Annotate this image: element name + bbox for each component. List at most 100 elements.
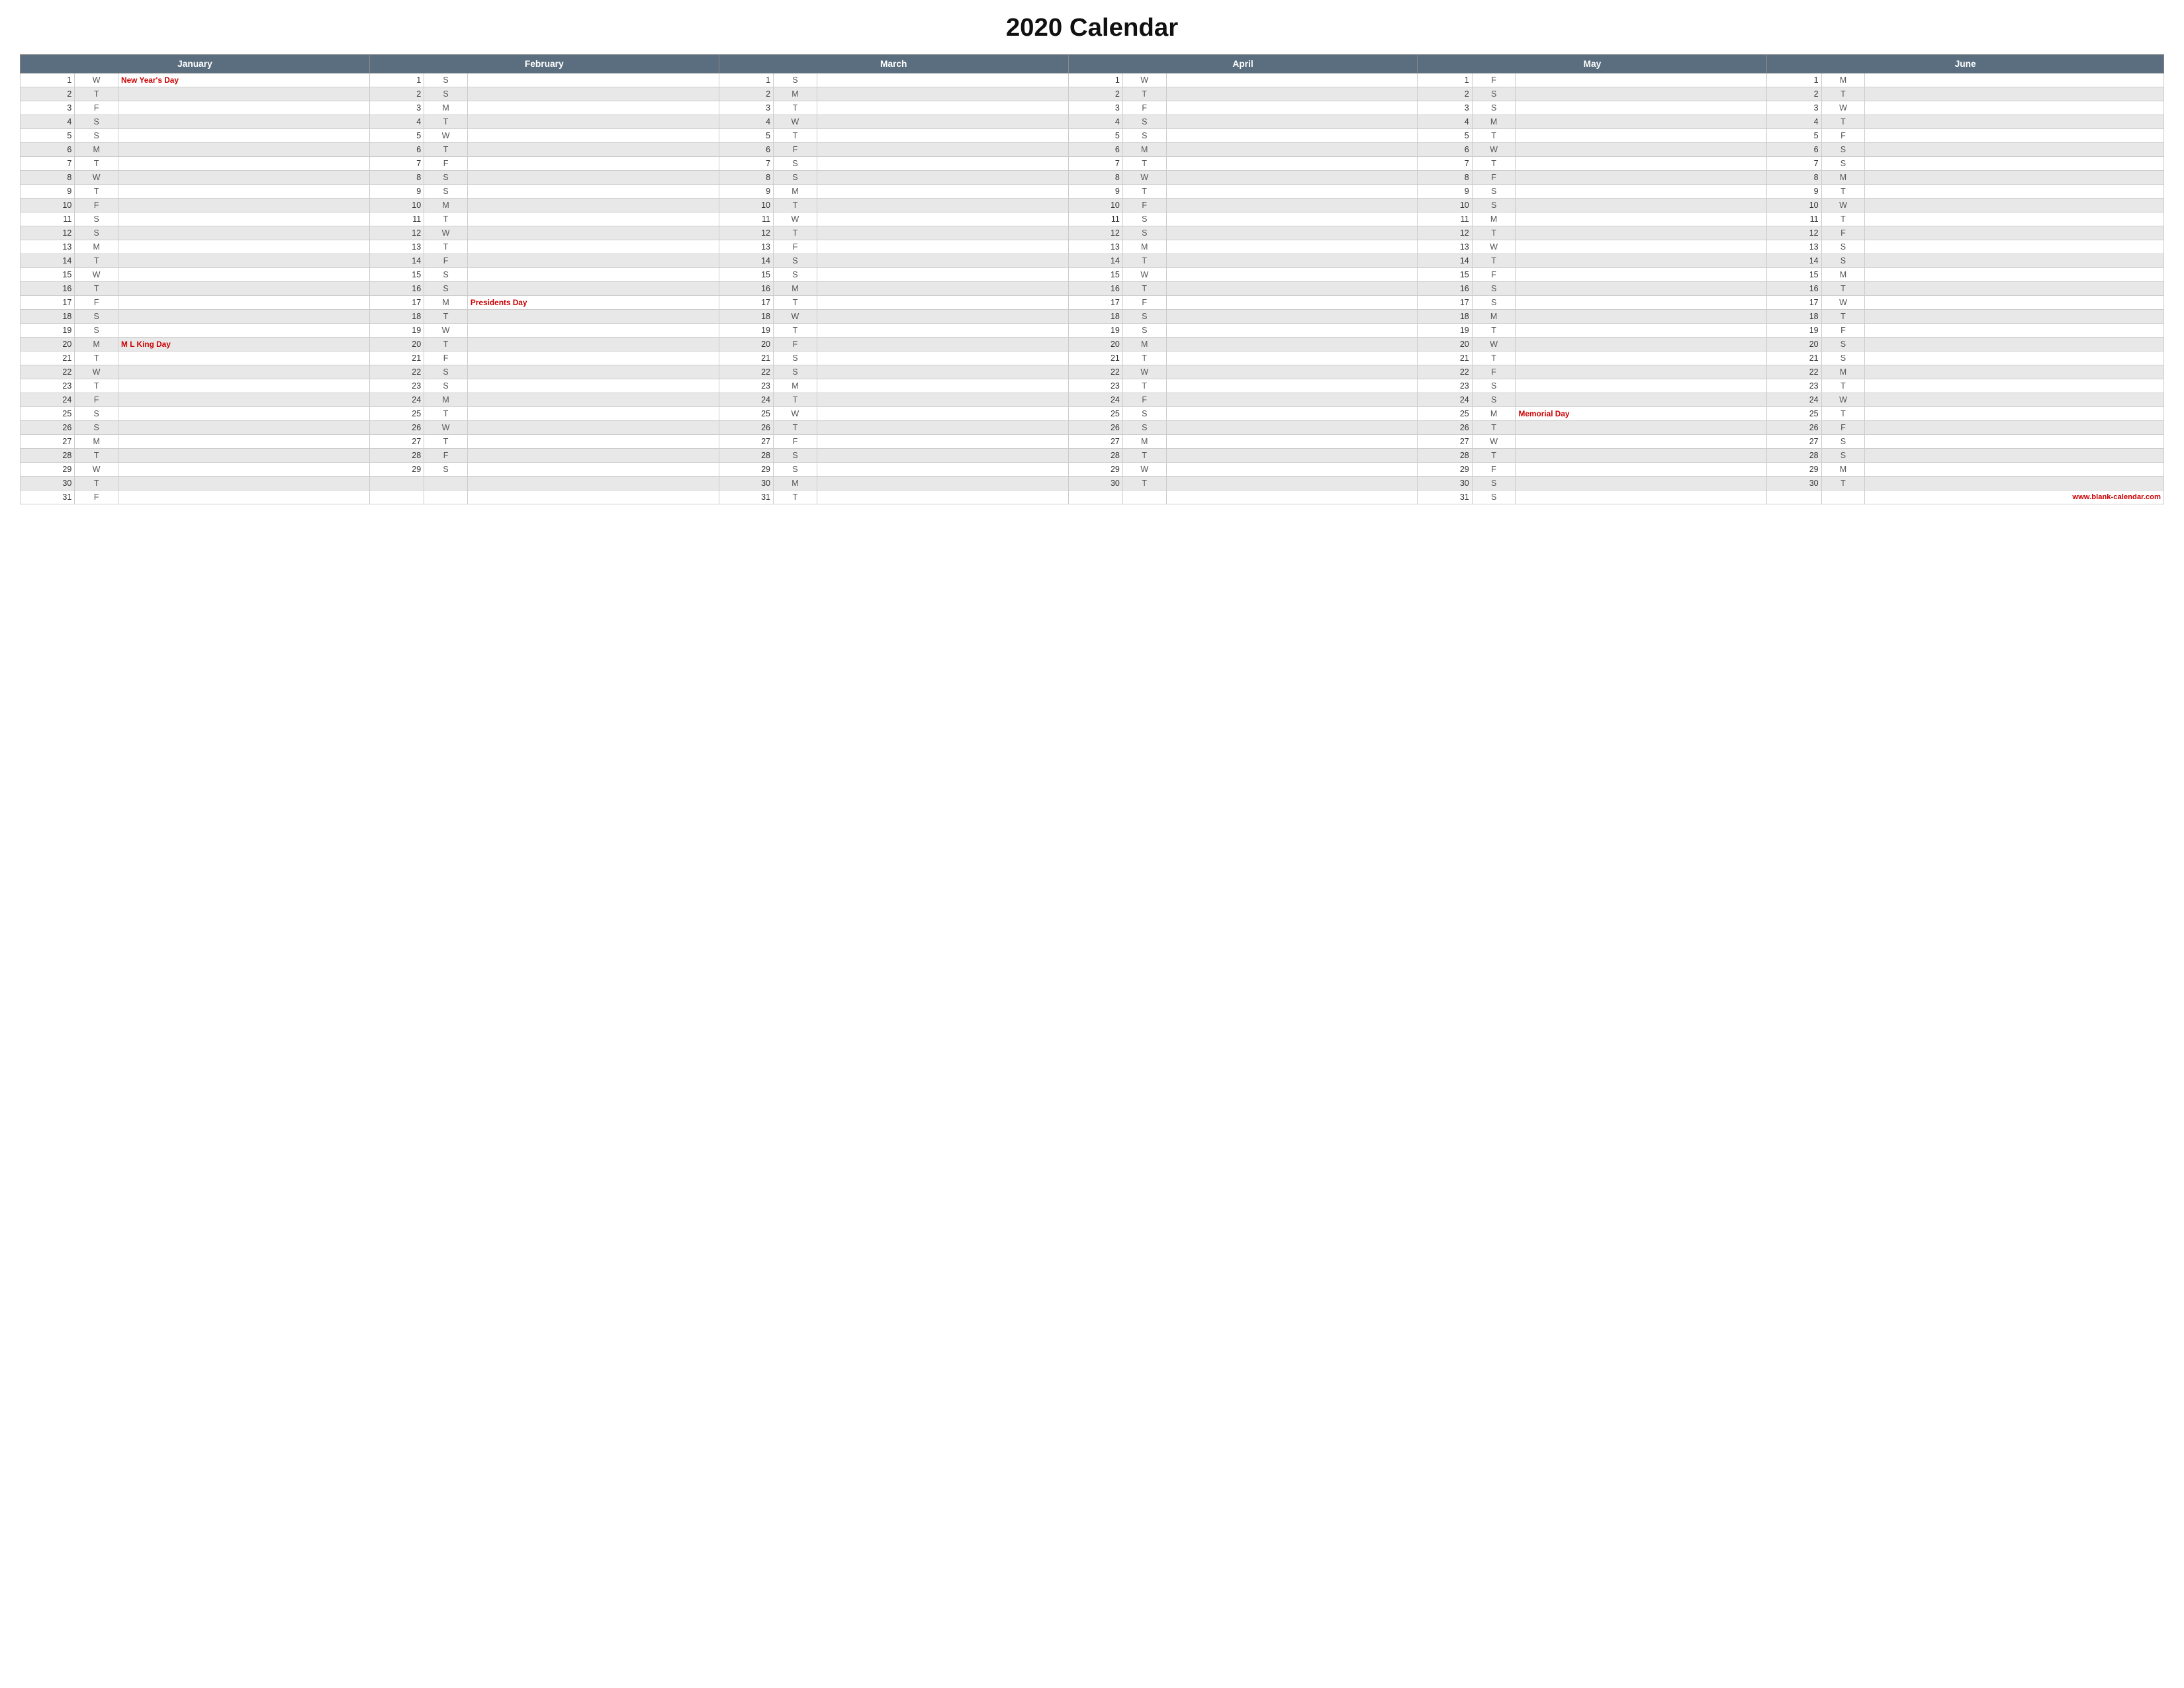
day-num-march-4: 4 — [719, 115, 773, 129]
day-num-january-2: 2 — [21, 87, 75, 101]
day-dow-february-4: T — [424, 115, 468, 129]
day-holiday-april-5 — [1166, 129, 1418, 143]
day-dow-june-1: M — [1821, 73, 1865, 87]
day-holiday-january-20: M L King Day — [118, 338, 370, 352]
day-holiday-may-18 — [1516, 310, 1767, 324]
day-holiday-may-9 — [1516, 185, 1767, 199]
day-num-april-28: 28 — [1068, 449, 1122, 463]
day-holiday-february-26 — [467, 421, 719, 435]
day-num-february-26: 26 — [369, 421, 424, 435]
day-holiday-june-18 — [1865, 310, 2164, 324]
day-num-march-18: 18 — [719, 310, 773, 324]
day-holiday-june-20 — [1865, 338, 2164, 352]
day-num-march-31: 31 — [719, 491, 773, 504]
day-num-june-14: 14 — [1767, 254, 1821, 268]
day-dow-june-23: T — [1821, 379, 1865, 393]
day-holiday-may-10 — [1516, 199, 1767, 212]
day-dow-march-14: S — [774, 254, 817, 268]
day-dow-june-15: M — [1821, 268, 1865, 282]
day-holiday-may-14 — [1516, 254, 1767, 268]
day-dow-february-12: W — [424, 226, 468, 240]
day-holiday-january-12 — [118, 226, 370, 240]
day-holiday-june-24 — [1865, 393, 2164, 407]
day-num-may-26: 26 — [1418, 421, 1472, 435]
day-holiday-february-29 — [467, 463, 719, 477]
day-holiday-march-31 — [817, 491, 1068, 504]
day-num-march-28: 28 — [719, 449, 773, 463]
day-holiday-june-30 — [1865, 477, 2164, 491]
day-num-may-12: 12 — [1418, 226, 1472, 240]
day-dow-may-12: T — [1472, 226, 1516, 240]
day-holiday-june-11 — [1865, 212, 2164, 226]
day-holiday-april-25 — [1166, 407, 1418, 421]
day-dow-april-30: T — [1122, 477, 1166, 491]
day-num-april-3: 3 — [1068, 101, 1122, 115]
day-holiday-april-11 — [1166, 212, 1418, 226]
day-dow-march-16: M — [774, 282, 817, 296]
day-num-april-9: 9 — [1068, 185, 1122, 199]
day-dow-february-8: S — [424, 171, 468, 185]
calendar-table: January February March April May June 1W… — [20, 54, 2164, 504]
day-holiday-may-3 — [1516, 101, 1767, 115]
day-holiday-april-17 — [1166, 296, 1418, 310]
day-num-february-14: 14 — [369, 254, 424, 268]
day-num-may-5: 5 — [1418, 129, 1472, 143]
day-holiday-june-25 — [1865, 407, 2164, 421]
day-dow-april-17: F — [1122, 296, 1166, 310]
day-holiday-may-22 — [1516, 365, 1767, 379]
day-holiday-march-3 — [817, 101, 1068, 115]
day-num-march-13: 13 — [719, 240, 773, 254]
day-holiday-january-1: New Year's Day — [118, 73, 370, 87]
day-holiday-june-2 — [1865, 87, 2164, 101]
day-num-february-4: 4 — [369, 115, 424, 129]
day-num-may-20: 20 — [1418, 338, 1472, 352]
day-num-may-10: 10 — [1418, 199, 1472, 212]
day-dow-may-22: F — [1472, 365, 1516, 379]
month-header-april: April — [1068, 55, 1418, 73]
day-num-january-16: 16 — [21, 282, 75, 296]
day-num-april-14: 14 — [1068, 254, 1122, 268]
day-holiday-april-12 — [1166, 226, 1418, 240]
day-holiday-march-22 — [817, 365, 1068, 379]
empty-num-february-30 — [369, 491, 424, 504]
day-dow-february-1: S — [424, 73, 468, 87]
day-holiday-june-9 — [1865, 185, 2164, 199]
day-dow-june-29: M — [1821, 463, 1865, 477]
day-num-january-23: 23 — [21, 379, 75, 393]
day-dow-february-10: M — [424, 199, 468, 212]
day-dow-february-28: F — [424, 449, 468, 463]
day-num-june-2: 2 — [1767, 87, 1821, 101]
day-num-june-23: 23 — [1767, 379, 1821, 393]
day-holiday-may-2 — [1516, 87, 1767, 101]
day-dow-may-17: S — [1472, 296, 1516, 310]
day-dow-february-16: S — [424, 282, 468, 296]
day-num-may-21: 21 — [1418, 352, 1472, 365]
empty-num-february-29 — [369, 477, 424, 491]
day-num-may-19: 19 — [1418, 324, 1472, 338]
day-dow-may-2: S — [1472, 87, 1516, 101]
day-dow-january-20: M — [75, 338, 118, 352]
day-holiday-march-14 — [817, 254, 1068, 268]
day-dow-january-31: F — [75, 491, 118, 504]
day-dow-april-3: F — [1122, 101, 1166, 115]
day-holiday-march-2 — [817, 87, 1068, 101]
day-holiday-march-16 — [817, 282, 1068, 296]
day-num-february-29: 29 — [369, 463, 424, 477]
day-num-may-17: 17 — [1418, 296, 1472, 310]
day-num-may-23: 23 — [1418, 379, 1472, 393]
day-holiday-april-13 — [1166, 240, 1418, 254]
day-dow-march-3: T — [774, 101, 817, 115]
day-num-june-22: 22 — [1767, 365, 1821, 379]
day-holiday-april-6 — [1166, 143, 1418, 157]
day-num-february-27: 27 — [369, 435, 424, 449]
day-num-february-7: 7 — [369, 157, 424, 171]
day-holiday-may-30 — [1516, 477, 1767, 491]
day-dow-march-25: W — [774, 407, 817, 421]
day-dow-february-19: W — [424, 324, 468, 338]
day-num-february-21: 21 — [369, 352, 424, 365]
day-num-april-18: 18 — [1068, 310, 1122, 324]
day-num-may-9: 9 — [1418, 185, 1472, 199]
day-holiday-march-6 — [817, 143, 1068, 157]
day-holiday-june-14 — [1865, 254, 2164, 268]
day-dow-april-21: T — [1122, 352, 1166, 365]
